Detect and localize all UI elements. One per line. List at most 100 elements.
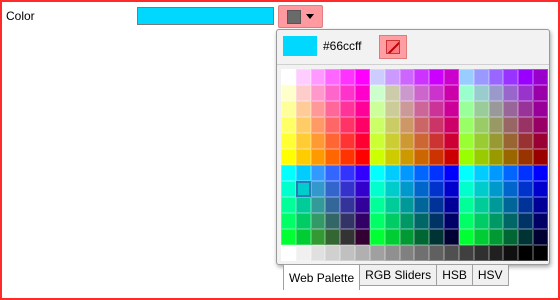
palette-cell[interactable]	[369, 229, 385, 245]
palette-cell[interactable]	[444, 181, 459, 197]
palette-cell[interactable]	[325, 181, 341, 197]
palette-cell[interactable]	[533, 181, 548, 197]
palette-cell[interactable]	[340, 165, 356, 181]
palette-cell[interactable]	[473, 85, 489, 101]
palette-cell[interactable]	[369, 149, 385, 165]
palette-cell[interactable]	[310, 197, 326, 213]
palette-cell[interactable]	[533, 165, 548, 181]
palette-cell[interactable]	[533, 213, 548, 229]
palette-cell[interactable]	[473, 245, 489, 261]
palette-cell[interactable]	[295, 117, 311, 133]
palette-cell[interactable]	[444, 197, 459, 213]
palette-cell[interactable]	[429, 85, 445, 101]
palette-cell[interactable]	[414, 229, 430, 245]
palette-cell[interactable]	[281, 149, 296, 165]
palette-cell[interactable]	[458, 229, 474, 245]
palette-cell[interactable]	[518, 181, 534, 197]
palette-cell[interactable]	[503, 245, 519, 261]
palette-cell[interactable]	[473, 197, 489, 213]
palette-cell[interactable]	[473, 181, 489, 197]
palette-cell[interactable]	[518, 197, 534, 213]
palette-cell[interactable]	[488, 149, 504, 165]
palette-cell[interactable]	[384, 85, 400, 101]
palette-cell[interactable]	[369, 117, 385, 133]
palette-cell[interactable]	[369, 197, 385, 213]
palette-cell[interactable]	[414, 213, 430, 229]
palette-cell[interactable]	[369, 133, 385, 149]
palette-cell[interactable]	[473, 213, 489, 229]
palette-cell[interactable]	[488, 117, 504, 133]
palette-cell[interactable]	[458, 117, 474, 133]
palette-cell[interactable]	[399, 85, 415, 101]
palette-cell[interactable]	[533, 85, 548, 101]
palette-cell[interactable]	[533, 229, 548, 245]
palette-cell[interactable]	[355, 117, 370, 133]
palette-cell[interactable]	[384, 181, 400, 197]
palette-cell[interactable]	[384, 229, 400, 245]
palette-cell[interactable]	[295, 245, 311, 261]
palette-cell[interactable]	[325, 245, 341, 261]
palette-cell[interactable]	[310, 149, 326, 165]
palette-cell[interactable]	[384, 117, 400, 133]
palette-cell[interactable]	[429, 245, 445, 261]
palette-cell[interactable]	[518, 133, 534, 149]
palette-cell[interactable]	[444, 85, 459, 101]
palette-cell[interactable]	[444, 149, 459, 165]
palette-cell[interactable]	[399, 117, 415, 133]
palette-cell[interactable]	[414, 133, 430, 149]
palette-cell[interactable]	[503, 149, 519, 165]
palette-cell[interactable]	[473, 149, 489, 165]
palette-cell[interactable]	[384, 197, 400, 213]
palette-cell[interactable]	[369, 181, 385, 197]
palette-cell[interactable]	[384, 69, 400, 85]
palette-cell[interactable]	[325, 85, 341, 101]
palette-cell[interactable]	[384, 149, 400, 165]
palette-cell[interactable]	[429, 181, 445, 197]
palette-cell[interactable]	[473, 117, 489, 133]
palette-cell[interactable]	[340, 229, 356, 245]
palette-cell[interactable]	[503, 213, 519, 229]
palette-cell[interactable]	[518, 117, 534, 133]
palette-cell[interactable]	[295, 181, 311, 197]
palette-cell[interactable]	[458, 101, 474, 117]
palette-cell[interactable]	[325, 117, 341, 133]
palette-cell[interactable]	[340, 101, 356, 117]
palette-cell[interactable]	[414, 85, 430, 101]
palette-cell[interactable]	[518, 229, 534, 245]
palette-cell[interactable]	[310, 101, 326, 117]
palette-cell[interactable]	[295, 133, 311, 149]
palette-cell[interactable]	[340, 117, 356, 133]
palette-cell[interactable]	[399, 197, 415, 213]
color-dropdown-button[interactable]	[278, 5, 323, 28]
palette-cell[interactable]	[384, 213, 400, 229]
palette-cell[interactable]	[444, 69, 459, 85]
palette-cell[interactable]	[355, 149, 370, 165]
palette-cell[interactable]	[355, 197, 370, 213]
palette-cell[interactable]	[503, 69, 519, 85]
palette-cell[interactable]	[458, 133, 474, 149]
palette-cell[interactable]	[488, 229, 504, 245]
palette-cell[interactable]	[399, 133, 415, 149]
tab-hsb[interactable]: HSB	[436, 264, 473, 286]
palette-cell[interactable]	[458, 165, 474, 181]
palette-cell[interactable]	[488, 69, 504, 85]
tab-hsv[interactable]: HSV	[471, 264, 509, 286]
palette-cell[interactable]	[295, 213, 311, 229]
palette-cell[interactable]	[429, 101, 445, 117]
palette-cell[interactable]	[384, 245, 400, 261]
palette-cell[interactable]	[310, 133, 326, 149]
palette-cell[interactable]	[340, 181, 356, 197]
palette-cell[interactable]	[533, 133, 548, 149]
palette-cell[interactable]	[340, 149, 356, 165]
palette-cell[interactable]	[414, 165, 430, 181]
palette-cell[interactable]	[414, 181, 430, 197]
palette-cell[interactable]	[310, 117, 326, 133]
palette-cell[interactable]	[533, 197, 548, 213]
palette-cell[interactable]	[355, 229, 370, 245]
palette-cell[interactable]	[369, 101, 385, 117]
color-value-swatch[interactable]	[137, 7, 274, 25]
palette-cell[interactable]	[340, 245, 356, 261]
palette-cell[interactable]	[518, 165, 534, 181]
palette-cell[interactable]	[355, 101, 370, 117]
palette-cell[interactable]	[518, 213, 534, 229]
